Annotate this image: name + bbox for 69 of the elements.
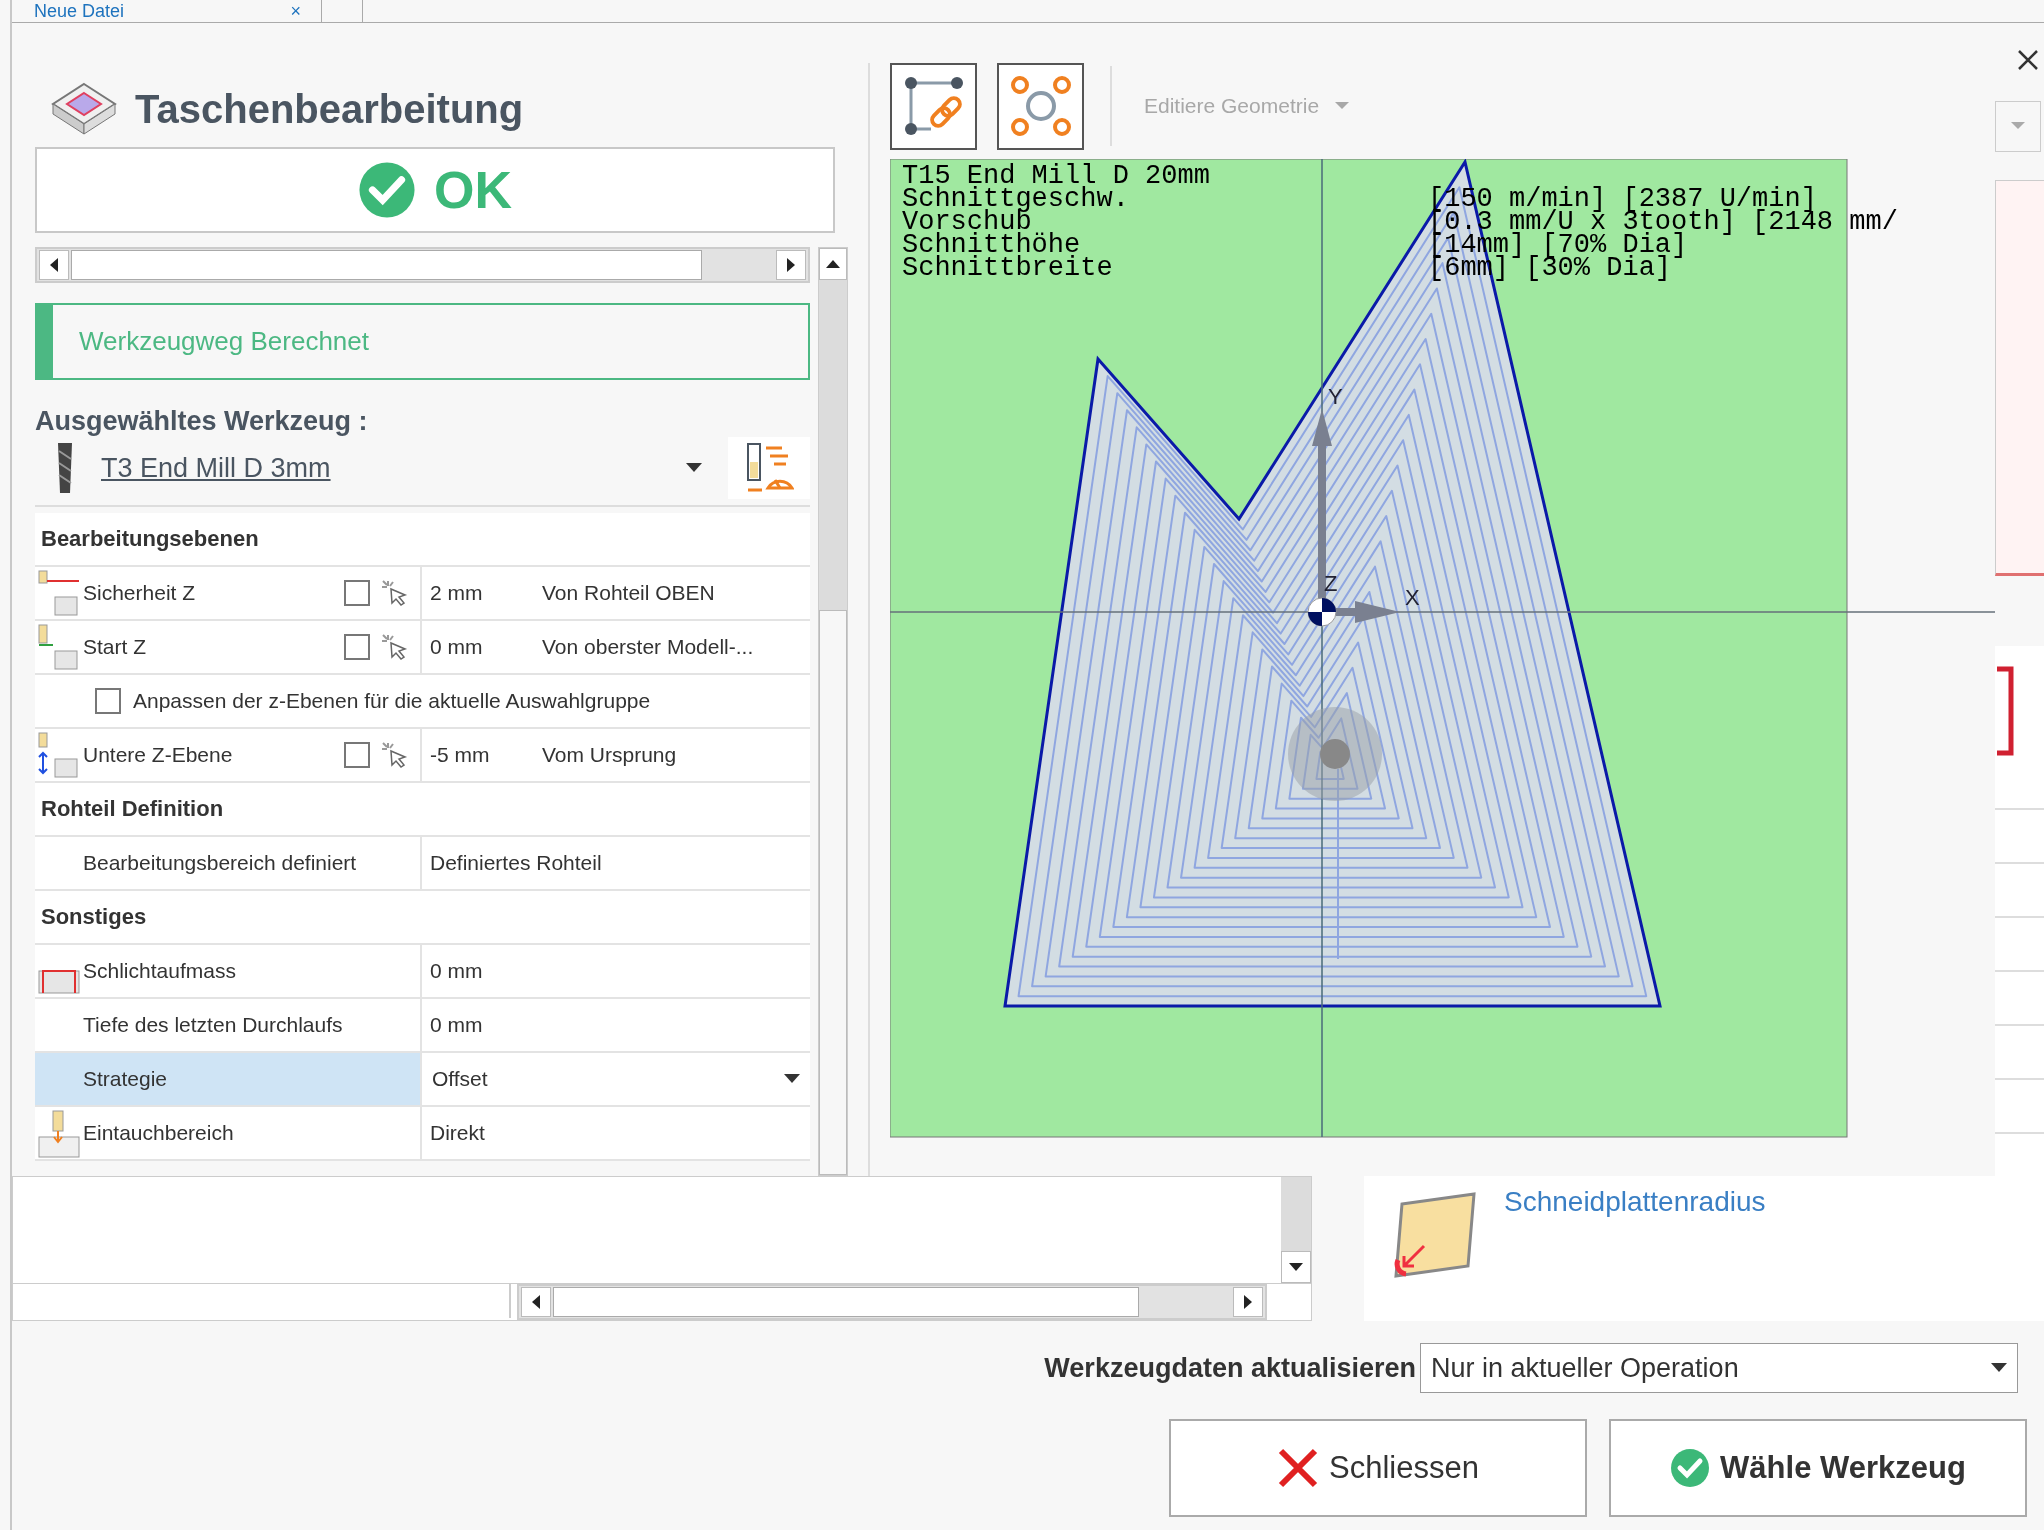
property-name-cell[interactable]: Tiefe des letzten Durchlaufs — [35, 999, 422, 1051]
left-arrow-icon — [50, 258, 58, 272]
tool-info-label: Schnittbreite — [902, 257, 1114, 280]
operation-title: Taschenbearbeitung — [135, 86, 524, 132]
right-arrow-icon — [1244, 1295, 1252, 1309]
checkbox[interactable] — [344, 580, 370, 606]
reference-value: Vom Ursprung — [542, 743, 677, 767]
tool-label: Ausgewähltes Werkzeug : — [35, 406, 369, 437]
origin-icon — [1307, 597, 1337, 627]
property-value[interactable]: 0 mm — [430, 959, 483, 983]
close-icon — [1277, 1447, 1320, 1489]
height-level-icon — [37, 569, 81, 619]
axis-label: Z — [1324, 571, 1338, 596]
axis-label: X — [1405, 585, 1420, 610]
property-value[interactable]: -5 mm — [430, 743, 542, 767]
horizontal-scrollbar[interactable] — [517, 1284, 1267, 1320]
pocket-icon — [51, 82, 117, 136]
reference-value: Von Rohteil OBEN — [542, 581, 715, 605]
close-button[interactable]: Schliessen — [1169, 1419, 1587, 1517]
property-value[interactable]: Direkt — [430, 1121, 485, 1145]
strategy-dropdown[interactable]: Offset — [422, 1053, 810, 1105]
update-dropdown[interactable]: Nur in aktueller Operation — [1420, 1343, 2018, 1393]
down-arrow-icon — [1289, 1263, 1303, 1271]
section-heading: Rohteil Definition — [40, 795, 224, 823]
checkbox[interactable] — [344, 634, 370, 660]
height-level-icon — [37, 623, 81, 673]
end-mill-icon — [55, 441, 75, 495]
caret-icon — [784, 1074, 800, 1084]
section-heading: Bearbeitungsebenen — [40, 525, 259, 553]
tool-speed-button[interactable] — [728, 437, 810, 499]
reference-value: Von oberster Modell-... — [542, 635, 754, 659]
check-circle-icon — [1670, 1448, 1711, 1488]
update-label: Werkzeugdaten aktualisieren — [1044, 1352, 1416, 1384]
property-value[interactable]: 2 mm — [430, 581, 542, 605]
property-label: Untere Z-Ebene — [83, 743, 234, 767]
property-value[interactable]: 0 mm — [430, 635, 542, 659]
check-circle-icon — [358, 161, 416, 219]
right-arrow-icon — [787, 258, 795, 272]
property-name-cell[interactable]: Bearbeitungsbereich definiert — [35, 837, 422, 889]
property-name-cell[interactable]: Schlichtaufmass — [35, 945, 422, 997]
checkbox[interactable] — [344, 742, 370, 768]
checkbox[interactable] — [95, 688, 121, 714]
horizontal-scrollbar[interactable] — [35, 247, 810, 283]
property-value[interactable]: 0 mm — [430, 1013, 483, 1037]
property-label: Start Z — [83, 635, 147, 659]
vertical-scrollbar[interactable] — [818, 247, 848, 1176]
tool-link[interactable]: T3 End Mill D 3mm — [101, 452, 660, 484]
axis-label: Y — [1328, 384, 1343, 409]
caret-icon — [1335, 102, 1350, 110]
dropdown-field[interactable] — [1995, 100, 2041, 153]
circle-points-button[interactable] — [997, 62, 1084, 150]
property-label: Sicherheit Z — [83, 581, 197, 605]
tool-info-label: Schnittgeschw. — [902, 188, 1130, 211]
property-name-cell[interactable]: Strategie — [35, 1053, 422, 1105]
property-value[interactable]: Definiertes Rohteil — [430, 851, 602, 875]
bracket-icon — [1995, 665, 2015, 756]
section-heading: Sonstiges — [40, 903, 147, 931]
link-geometry-button[interactable] — [890, 62, 977, 150]
caret-icon — [1991, 1363, 2007, 1373]
property-name-cell[interactable]: Eintauchbereich — [35, 1107, 422, 1159]
plunge-icon — [35, 1109, 83, 1159]
left-arrow-icon — [532, 1295, 540, 1309]
caret-icon — [686, 463, 702, 473]
tool-position-icon — [1288, 707, 1382, 801]
depth-level-icon — [37, 731, 81, 781]
caret-icon — [2011, 122, 2025, 131]
checkbox-label: Anpassen der z-Ebenen für die aktuelle Auswahlgruppe — [133, 689, 651, 713]
up-arrow-icon — [826, 260, 840, 268]
select-tool-button[interactable]: Wähle Werkzeug — [1609, 1419, 2027, 1517]
